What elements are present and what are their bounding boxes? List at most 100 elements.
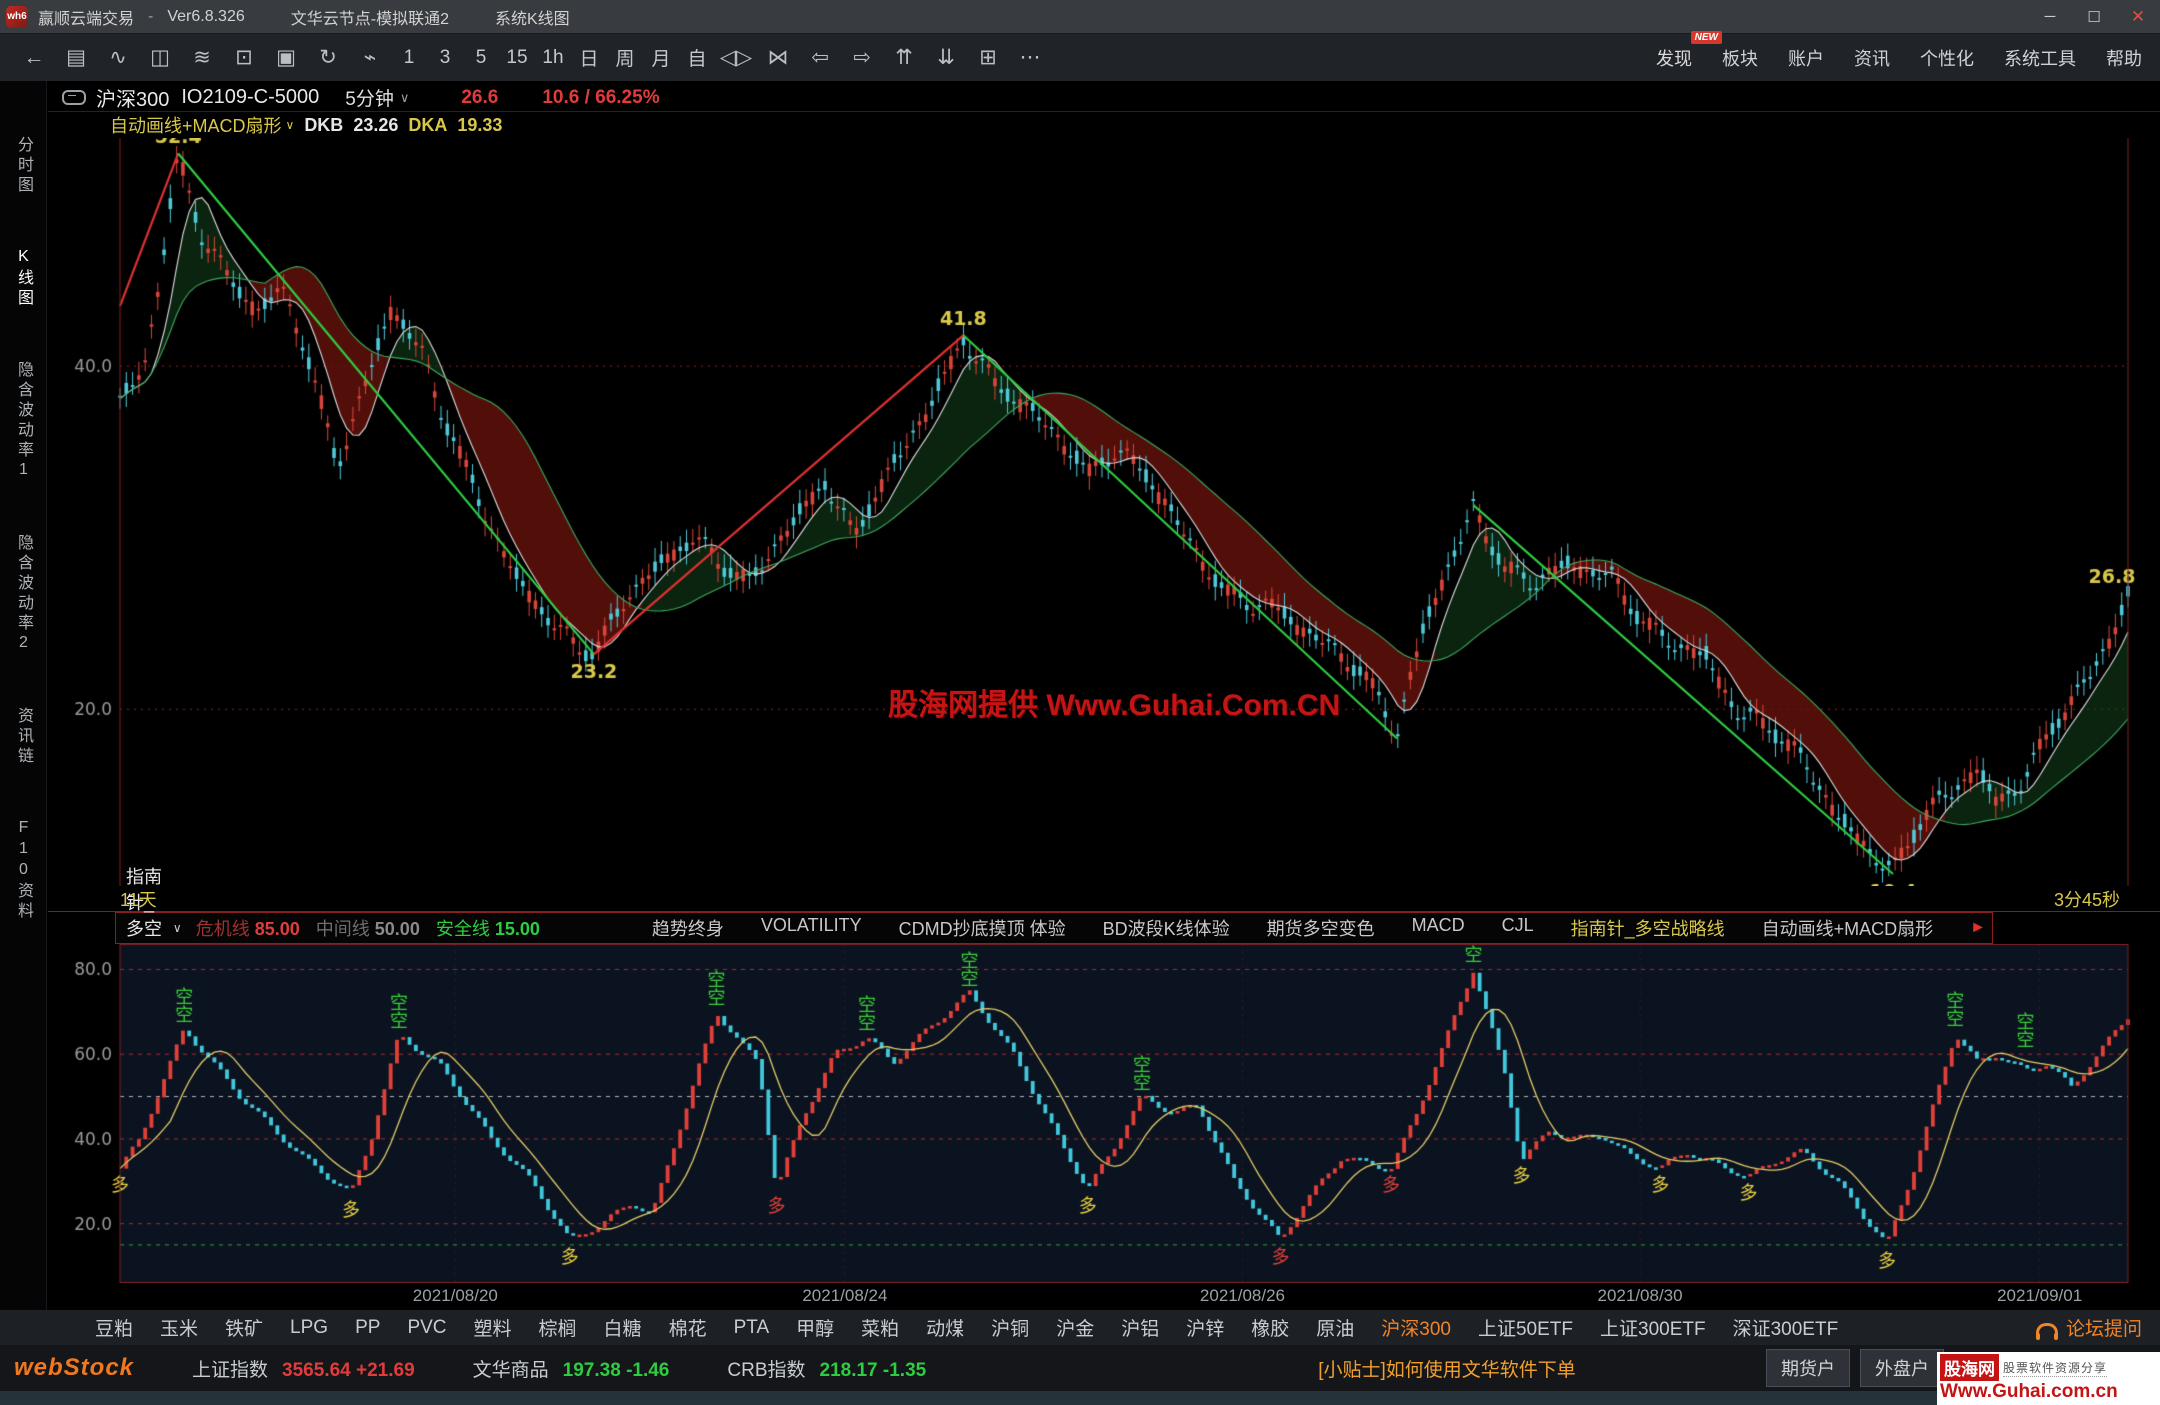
forum-link[interactable]: 论坛提问 <box>2036 1314 2142 1341</box>
ticker-item-深证300ETF[interactable]: 深证300ETF <box>1733 1314 1839 1341</box>
maximize-button[interactable]: ☐ <box>2072 0 2116 33</box>
ticker-item-塑料[interactable]: 塑料 <box>474 1314 512 1341</box>
ticker-item-沪深300[interactable]: 沪深300 <box>1381 1314 1451 1341</box>
forum-label: 论坛提问 <box>2066 1314 2142 1341</box>
indicator-icon[interactable]: ≋ <box>182 41 222 75</box>
tab-VOLATILITY[interactable]: VOLATILITY <box>761 915 862 941</box>
ticker-item-上证50ETF[interactable]: 上证50ETF <box>1478 1314 1573 1341</box>
sidebar-item[interactable]: 隐含波动率1 <box>15 361 31 482</box>
tab-CJL[interactable]: CJL <box>1502 915 1534 941</box>
period-button-1[interactable]: 1 <box>392 41 426 75</box>
ticker-item-动煤[interactable]: 动煤 <box>926 1314 964 1341</box>
period-button-自[interactable]: 自 <box>680 41 714 75</box>
menu-6[interactable]: 系统工具 <box>2004 45 2076 71</box>
menu-4[interactable]: 资讯 <box>1854 45 1890 71</box>
chart-window-icon[interactable]: ⊡ <box>224 41 264 75</box>
tab-MACD[interactable]: MACD <box>1412 915 1465 941</box>
menu-5[interactable]: 个性化 <box>1920 45 1974 71</box>
ticker-item-棕榈[interactable]: 棕榈 <box>539 1314 577 1341</box>
back-icon[interactable]: ← <box>14 41 54 75</box>
contract-code[interactable]: IO2109-C-5000 <box>181 86 319 109</box>
main-kline-canvas[interactable] <box>48 138 2160 886</box>
last-price: 26.6 <box>461 87 498 109</box>
app-version: Ver6.8.326 <box>167 8 244 26</box>
ticker-item-上证300ETF[interactable]: 上证300ETF <box>1600 1314 1706 1341</box>
pan-left-icon[interactable]: ⇦ <box>800 41 840 75</box>
ticker-item-甲醇[interactable]: 甲醇 <box>796 1314 834 1341</box>
period-select[interactable]: 5分钟 <box>345 84 394 111</box>
ticker-item-豆粕[interactable]: 豆粕 <box>95 1314 133 1341</box>
trading-app-window: wh6 赢顺云端交易 - Ver6.8.326 文华云节点-模拟联通2 系统K线… <box>0 0 2160 1405</box>
ticker-item-铁矿[interactable]: 铁矿 <box>225 1314 263 1341</box>
indicator-tabs: 趋势终身 VOLATILITY CDMD抄底摸顶 体验 BD波段K线体验 期货多空变色 M… <box>652 915 1970 941</box>
draw-line-icon[interactable]: ⌁ <box>350 41 390 75</box>
zoom-out-icon[interactable]: ⇊ <box>926 41 966 75</box>
ticker-item-LPG[interactable]: LPG <box>290 1317 328 1339</box>
period-button-15[interactable]: 15 <box>500 41 534 75</box>
link-icon[interactable] <box>62 90 86 105</box>
symbol-name[interactable]: 沪深300 <box>96 83 169 112</box>
oscillator-canvas[interactable] <box>48 944 2160 1283</box>
sidebar-item[interactable]: K线图 <box>15 248 31 309</box>
xaxis-date: 2021/08/20 <box>413 1286 498 1306</box>
ticker-item-玉米[interactable]: 玉米 <box>160 1314 198 1341</box>
menu-3[interactable]: 账户 <box>1788 45 1824 71</box>
compress-icon[interactable]: ◁▷ <box>716 41 756 75</box>
sidebar-item[interactable]: 资讯链 <box>15 707 31 767</box>
save-icon[interactable]: ▣ <box>266 41 306 75</box>
ticker-item-沪锌[interactable]: 沪锌 <box>1186 1314 1224 1341</box>
period-button-3[interactable]: 3 <box>428 41 462 75</box>
index-name: 上证指数 <box>192 1360 268 1381</box>
more-icon[interactable]: ⋯ <box>1010 41 1050 75</box>
pan-right-icon[interactable]: ⇨ <box>842 41 882 75</box>
tab-指南针_多空战略线[interactable]: 指南针_多空战略线 <box>1571 915 1725 941</box>
index-name: CRB指数 <box>727 1360 805 1381</box>
index-value: 3565.64 +21.69 <box>282 1360 415 1381</box>
chevron-down-icon[interactable]: ∨ <box>400 90 410 106</box>
tabbar-arrow-icon[interactable]: ► <box>1970 919 1986 937</box>
tab-自动画线+MACD扇形[interactable]: 自动画线+MACD扇形 <box>1762 915 1934 941</box>
menu-1[interactable]: 发现NEW <box>1656 45 1692 71</box>
overlap-icon[interactable]: ⋈ <box>758 41 798 75</box>
tab-CDMD抄底摸顶 体验[interactable]: CDMD抄底摸顶 体验 <box>899 915 1066 941</box>
sidebar-item[interactable]: F10资料 <box>15 819 31 922</box>
ticker-item-棉花[interactable]: 棉花 <box>669 1314 707 1341</box>
chevron-down-icon[interactable]: ∨ <box>173 921 182 935</box>
period-button-1h[interactable]: 1h <box>536 41 570 75</box>
param-label: 危机线 <box>196 919 255 939</box>
indicator-name[interactable]: 自动画线+MACD扇形 <box>110 112 282 138</box>
button-期货户[interactable]: 期货户 <box>1766 1349 1850 1387</box>
ticker-item-PTA[interactable]: PTA <box>734 1317 770 1339</box>
menu-7[interactable]: 帮助 <box>2106 45 2142 71</box>
tip-link[interactable]: [小贴士]如何使用文华软件下单 <box>1318 1355 1576 1382</box>
close-button[interactable]: ✕ <box>2116 0 2160 33</box>
zoom-in-icon[interactable]: ⇈ <box>884 41 924 75</box>
kline-icon[interactable]: ◫ <box>140 41 180 75</box>
ticker-item-沪金[interactable]: 沪金 <box>1056 1314 1094 1341</box>
ticker-item-原油[interactable]: 原油 <box>1316 1314 1354 1341</box>
period-button-5[interactable]: 5 <box>464 41 498 75</box>
ticker-item-菜粕[interactable]: 菜粕 <box>861 1314 899 1341</box>
ticker-item-沪铝[interactable]: 沪铝 <box>1121 1314 1159 1341</box>
sidebar-item[interactable]: 分时图 <box>15 136 31 196</box>
ticker-item-PVC[interactable]: PVC <box>407 1317 446 1339</box>
quote-board-icon[interactable]: ▤ <box>56 41 96 75</box>
layout-icon[interactable]: ⊞ <box>968 41 1008 75</box>
ticker-item-沪铜[interactable]: 沪铜 <box>991 1314 1029 1341</box>
period-button-月[interactable]: 月 <box>644 41 678 75</box>
tab-BD波段K线体验[interactable]: BD波段K线体验 <box>1103 915 1230 941</box>
period-button-日[interactable]: 日 <box>572 41 606 75</box>
ticker-item-PP[interactable]: PP <box>355 1317 380 1339</box>
tab-期货多空变色[interactable]: 期货多空变色 <box>1267 915 1375 941</box>
ticker-item-白糖[interactable]: 白糖 <box>604 1314 642 1341</box>
sidebar-item[interactable]: 隐含波动率2 <box>15 534 31 655</box>
menu-2[interactable]: 板块 <box>1722 45 1758 71</box>
tab-趋势终身[interactable]: 趋势终身 <box>652 915 724 941</box>
minute-line-icon[interactable]: ∿ <box>98 41 138 75</box>
chevron-down-icon[interactable]: ∨ <box>286 118 295 132</box>
period-button-周[interactable]: 周 <box>608 41 642 75</box>
refresh-icon[interactable]: ↻ <box>308 41 348 75</box>
ticker-item-橡胶[interactable]: 橡胶 <box>1251 1314 1289 1341</box>
button-外盘户[interactable]: 外盘户 <box>1860 1349 1944 1387</box>
minimize-button[interactable]: ─ <box>2028 0 2072 33</box>
